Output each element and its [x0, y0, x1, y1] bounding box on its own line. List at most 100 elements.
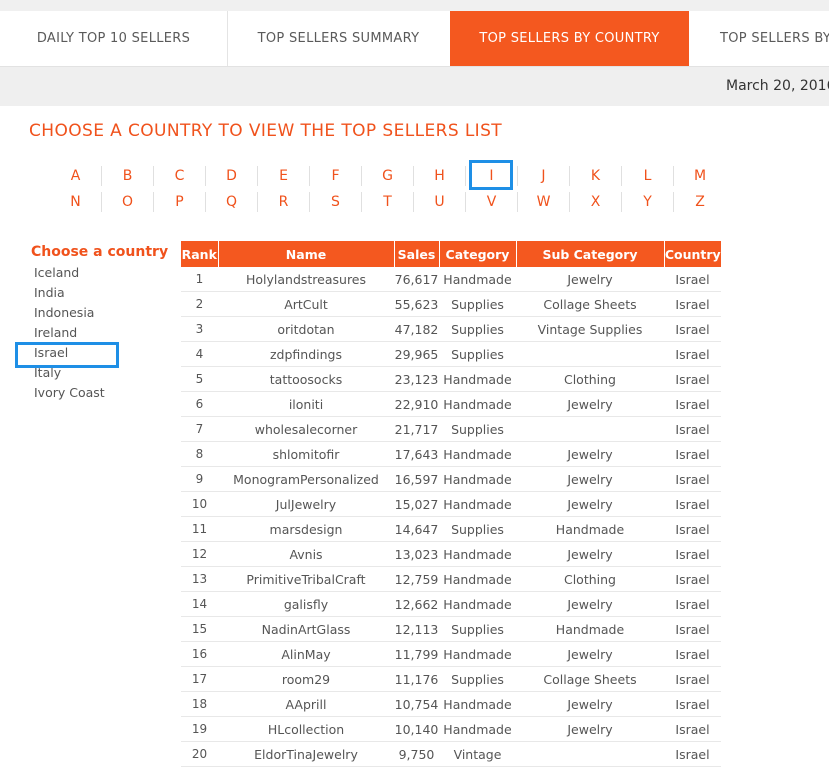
cell-category: Supplies [439, 666, 516, 692]
letter-q[interactable]: Q [206, 192, 258, 212]
header-sales: Sales [394, 241, 440, 267]
tab-top-sellers-by-country[interactable]: TOP SELLERS BY COUNTRY [450, 11, 689, 66]
cell-category: Supplies [439, 516, 516, 542]
cell-sub-category: Jewelry [516, 591, 664, 617]
cell-category: Supplies [439, 341, 516, 367]
cell-name: wholesalecorner [218, 416, 394, 442]
letter-e[interactable]: E [258, 166, 310, 186]
cell-name: PrimitiveTribalCraft [218, 566, 394, 592]
letter-l[interactable]: L [622, 166, 674, 186]
letter-v[interactable]: V [466, 192, 518, 212]
letter-f[interactable]: F [310, 166, 362, 186]
date-bar: March 20, 2016 [0, 67, 829, 106]
cell-rank: 15 [181, 616, 218, 642]
cell-country: Israel [664, 716, 721, 742]
cell-sales: 76,617 [394, 267, 439, 292]
cell-category: Supplies [439, 616, 516, 642]
letter-u[interactable]: U [414, 192, 466, 212]
cell-sub-category: Jewelry [516, 441, 664, 467]
cell-country: Israel [664, 616, 721, 642]
letter-y[interactable]: Y [622, 192, 674, 212]
tab-top-sellers-by[interactable]: TOP SELLERS BY [689, 11, 829, 66]
cell-country: Israel [664, 516, 721, 542]
tab-top-sellers-summary[interactable]: TOP SELLERS SUMMARY [227, 11, 451, 66]
letter-h[interactable]: H [414, 166, 466, 186]
cell-rank: 12 [181, 541, 218, 567]
cell-sales: 16,597 [394, 466, 439, 492]
tab-daily-top-10-sellers[interactable]: DAILY TOP 10 SELLERS [0, 11, 228, 66]
cell-name: AAprill [218, 691, 394, 717]
cell-rank: 10 [181, 491, 218, 517]
letter-b[interactable]: B [102, 166, 154, 186]
cell-sales: 9,750 [394, 741, 439, 767]
cell-name: galisfly [218, 591, 394, 617]
table-row: 8 shlomitofir 17,643 Handmade Jewelry Israel [181, 441, 721, 467]
table-row: 4 zdpfindings 29,965 Supplies Israel [181, 341, 721, 367]
cell-country: Israel [664, 541, 721, 567]
cell-category: Handmade [439, 366, 516, 392]
table-row: 3 oritdotan 47,182 Supplies Vintage Supplies… [181, 316, 721, 342]
cell-sales: 12,662 [394, 591, 439, 617]
letter-selector: A B C D E F G H I J K L M N O P Q R S T … [50, 163, 726, 215]
country-item-ireland[interactable]: Ireland [34, 323, 105, 343]
table-row: 15 NadinArtGlass 12,113 Supplies Handmade Isr… [181, 616, 721, 642]
letter-t[interactable]: T [362, 192, 414, 212]
cell-rank: 18 [181, 691, 218, 717]
cell-rank: 1 [181, 267, 218, 292]
letter-j[interactable]: J [518, 166, 570, 186]
country-item-ivory-coast[interactable]: Ivory Coast [34, 383, 105, 403]
cell-sub-category: Handmade [516, 616, 664, 642]
letter-g[interactable]: G [362, 166, 414, 186]
cell-country: Israel [664, 641, 721, 667]
cell-sales: 11,176 [394, 666, 439, 692]
letter-c[interactable]: C [154, 166, 206, 186]
country-item-india[interactable]: India [34, 283, 105, 303]
cell-category: Supplies [439, 416, 516, 442]
letter-d[interactable]: D [206, 166, 258, 186]
cell-country: Israel [664, 566, 721, 592]
cell-sub-category: Jewelry [516, 391, 664, 417]
cell-name: Avnis [218, 541, 394, 567]
letter-s[interactable]: S [310, 192, 362, 212]
letter-o[interactable]: O [102, 192, 154, 212]
letter-m[interactable]: M [674, 166, 726, 186]
table-row: 20 EldorTinaJewelry 9,750 Vintage Israel [181, 741, 721, 767]
cell-sales: 29,965 [394, 341, 439, 367]
country-list-title: Choose a country [31, 244, 169, 260]
table-row: 12 Avnis 13,023 Handmade Jewelry Israel [181, 541, 721, 567]
letter-a[interactable]: A [50, 166, 102, 186]
cell-category: Handmade [439, 441, 516, 467]
cell-country: Israel [664, 291, 721, 317]
letter-r[interactable]: R [258, 192, 310, 212]
letter-x[interactable]: X [570, 192, 622, 212]
cell-sales: 10,140 [394, 716, 439, 742]
cell-sub-category [516, 341, 664, 367]
cell-rank: 16 [181, 641, 218, 667]
page-heading: CHOOSE A COUNTRY TO VIEW THE TOP SELLERS… [29, 121, 503, 141]
table-row: 11 marsdesign 14,647 Supplies Handmade Israel [181, 516, 721, 542]
table-row: 14 galisfly 12,662 Handmade Jewelry Israel [181, 591, 721, 617]
cell-sub-category: Clothing [516, 566, 664, 592]
cell-sales: 17,643 [394, 441, 439, 467]
letter-k[interactable]: K [570, 166, 622, 186]
country-item-iceland[interactable]: Iceland [34, 263, 105, 283]
cell-sales: 15,027 [394, 491, 439, 517]
cell-category: Supplies [439, 316, 516, 342]
cell-name: HLcollection [218, 716, 394, 742]
cell-category: Handmade [439, 541, 516, 567]
letter-p[interactable]: P [154, 192, 206, 212]
cell-rank: 3 [181, 316, 218, 342]
cell-name: room29 [218, 666, 394, 692]
country-item-indonesia[interactable]: Indonesia [34, 303, 105, 323]
cell-category: Handmade [439, 566, 516, 592]
cell-name: oritdotan [218, 316, 394, 342]
table-row: 18 AAprill 10,754 Handmade Jewelry Israel [181, 691, 721, 717]
table-row: 2 ArtCult 55,623 Supplies Collage Sheets Isra… [181, 291, 721, 317]
letter-z[interactable]: Z [674, 192, 726, 212]
cell-sub-category: Collage Sheets [516, 666, 664, 692]
letter-n[interactable]: N [50, 192, 102, 212]
cell-sub-category: Jewelry [516, 691, 664, 717]
letter-row-2: N O P Q R S T U V W X Y Z [50, 189, 726, 215]
letter-w[interactable]: W [518, 192, 570, 212]
cell-country: Israel [664, 691, 721, 717]
